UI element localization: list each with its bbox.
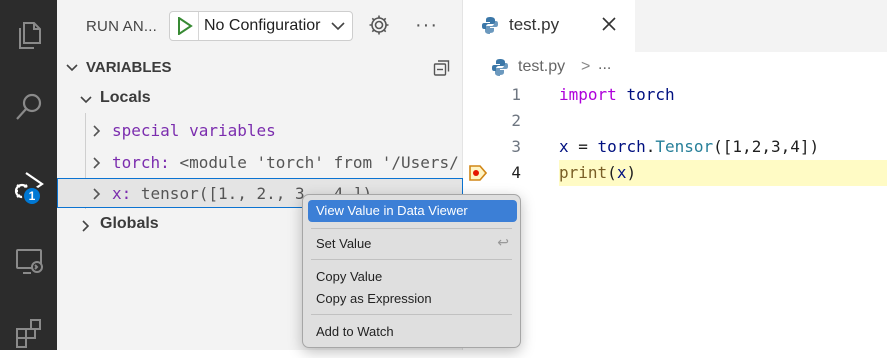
code-text: import torch bbox=[559, 85, 675, 104]
collapse-all-icon[interactable] bbox=[433, 59, 451, 82]
code-token: x bbox=[616, 163, 627, 182]
chevron-down-icon bbox=[65, 61, 79, 80]
breadcrumb-file[interactable]: test.py bbox=[518, 58, 565, 76]
line-number: 2 bbox=[511, 111, 521, 130]
code-line[interactable]: 1 import torch bbox=[463, 82, 887, 108]
variable-value: <module 'torch' from '/Users/... bbox=[179, 153, 462, 172]
menu-separator bbox=[311, 228, 512, 229]
debug-badge: 1 bbox=[22, 186, 42, 206]
menu-separator bbox=[311, 259, 512, 260]
variable-row[interactable]: torch: <module 'torch' from '/Users/... bbox=[57, 147, 463, 177]
code-token: ([1,2,3,4]) bbox=[713, 137, 820, 156]
locals-scope[interactable]: Locals bbox=[57, 84, 463, 114]
start-debugging-icon[interactable] bbox=[174, 15, 196, 37]
line-number: 3 bbox=[511, 137, 521, 156]
variable-row[interactable]: special variables bbox=[57, 115, 463, 145]
tab-label: test.py bbox=[509, 15, 560, 34]
code-line-current[interactable]: 4 print(x) bbox=[463, 160, 887, 186]
context-menu: View Value in Data Viewer Set Value ↩ Co… bbox=[302, 194, 521, 348]
chevron-right-icon bbox=[90, 156, 104, 175]
code-token: Tensor bbox=[655, 137, 714, 156]
launch-config-select[interactable]: No Configuratior bbox=[169, 11, 353, 41]
python-file-icon bbox=[491, 58, 509, 81]
search-icon[interactable] bbox=[0, 82, 57, 132]
python-file-icon bbox=[481, 16, 499, 39]
code-token: ( bbox=[607, 163, 617, 182]
config-separator bbox=[198, 12, 199, 40]
remote-explorer-icon[interactable] bbox=[0, 236, 57, 286]
chevron-right-icon bbox=[79, 219, 93, 238]
locals-label: Locals bbox=[100, 89, 151, 106]
code-token: = bbox=[568, 137, 598, 156]
code-token: x bbox=[559, 137, 569, 156]
files-icon[interactable] bbox=[0, 10, 57, 60]
run-and-debug-title: RUN AN... bbox=[86, 18, 157, 35]
variable-text: torch: <module 'torch' from '/Users/... bbox=[112, 153, 462, 172]
tab-test-py[interactable]: test.py bbox=[463, 0, 635, 52]
code-line[interactable]: 2 bbox=[463, 108, 887, 134]
extensions-icon[interactable] bbox=[0, 308, 57, 358]
breadcrumb: test.py > ... bbox=[463, 52, 887, 82]
breadcrumb-separator: > bbox=[581, 58, 591, 75]
breadcrumb-symbols[interactable]: ... bbox=[598, 56, 611, 74]
gear-icon[interactable] bbox=[368, 14, 390, 41]
variable-name: torch: bbox=[112, 153, 170, 172]
close-icon[interactable] bbox=[601, 16, 617, 37]
variable-name: special variables bbox=[112, 121, 276, 140]
menu-item-copy-as-expression[interactable]: Copy as Expression bbox=[308, 288, 517, 310]
variable-name: x: bbox=[112, 184, 132, 203]
activity-bar: 1 bbox=[0, 0, 57, 350]
code-token: print bbox=[559, 163, 608, 182]
code-line[interactable]: 3 x = torch.Tensor([1,2,3,4]) bbox=[463, 134, 887, 160]
code-token: . bbox=[645, 137, 656, 156]
line-number: 1 bbox=[511, 85, 521, 104]
debug-toolbar: RUN AN... No Configuratior ··· bbox=[57, 0, 463, 52]
variables-section-header[interactable]: VARIABLES bbox=[57, 55, 463, 81]
breakpoint-stopped-icon[interactable] bbox=[469, 164, 488, 187]
code-text: print(x) bbox=[559, 163, 636, 182]
menu-item-view-in-data-viewer[interactable]: View Value in Data Viewer bbox=[308, 200, 517, 222]
code-text: x = torch.Tensor([1,2,3,4]) bbox=[559, 137, 819, 156]
globals-label: Globals bbox=[100, 215, 159, 232]
return-key-icon: ↩ bbox=[497, 234, 509, 250]
more-actions-icon[interactable]: ··· bbox=[415, 14, 438, 37]
chevron-right-icon bbox=[90, 124, 104, 143]
variables-title: VARIABLES bbox=[86, 59, 172, 76]
code-token: import bbox=[559, 85, 617, 104]
editor-tab-bar: test.py bbox=[463, 0, 887, 52]
chevron-down-icon bbox=[79, 93, 93, 112]
menu-item-add-to-watch[interactable]: Add to Watch bbox=[308, 321, 517, 343]
chevron-right-icon bbox=[90, 187, 104, 206]
code-token: ) bbox=[626, 163, 637, 182]
menu-separator bbox=[311, 314, 512, 315]
menu-item-set-value[interactable]: Set Value ↩ bbox=[308, 233, 517, 255]
code-token: torch bbox=[597, 137, 646, 156]
chevron-down-icon bbox=[330, 18, 346, 39]
code-token: torch bbox=[626, 85, 675, 104]
menu-item-copy-value[interactable]: Copy Value bbox=[308, 266, 517, 288]
variable-text: special variables bbox=[112, 121, 458, 140]
config-label: No Configuratior bbox=[204, 17, 321, 34]
